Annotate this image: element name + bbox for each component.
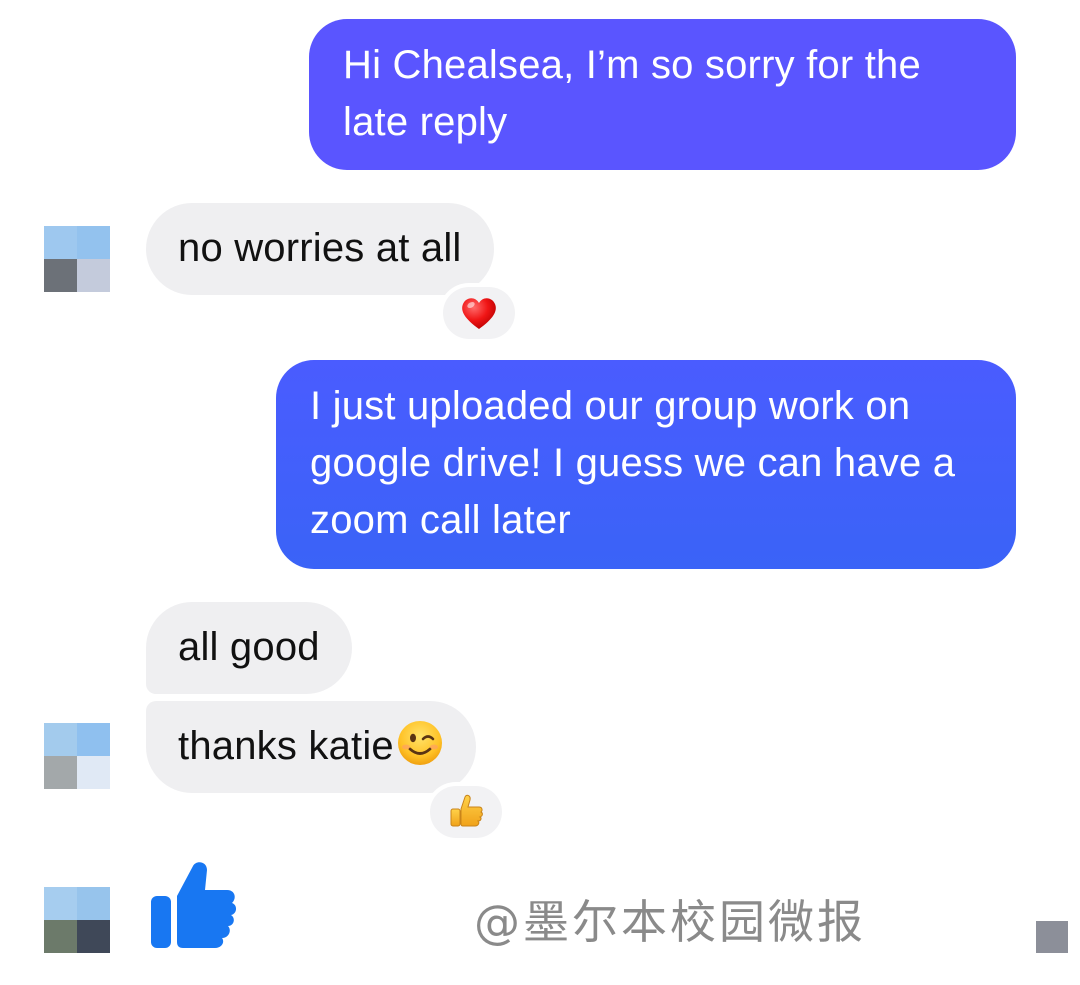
incoming-message-bubble[interactable]: thanks katie <box>146 701 476 793</box>
message-reaction[interactable] <box>443 287 515 339</box>
avatar-pixel <box>77 756 110 789</box>
incoming-message-bubble[interactable]: no worries at all <box>146 203 494 295</box>
outgoing-message-bubble[interactable]: Hi Chealsea, I’m so sorry for the late r… <box>309 19 1016 170</box>
thumbs-up-icon[interactable] <box>149 858 241 950</box>
avatar-pixel <box>44 920 77 953</box>
avatar-pixel <box>77 920 110 953</box>
heart-emoji-icon <box>462 298 496 329</box>
thumbs-up-emoji-icon <box>450 794 483 827</box>
avatar-pixel <box>44 723 77 756</box>
corner-pixel <box>1036 921 1068 953</box>
message-text: thanks katie <box>178 724 394 768</box>
contact-avatar[interactable] <box>44 226 110 292</box>
avatar-pixel <box>77 887 110 920</box>
message-text: all good <box>178 625 320 669</box>
contact-avatar[interactable] <box>44 723 110 789</box>
avatar-pixel <box>44 887 77 920</box>
message-text: I just uploaded our group work on google… <box>310 384 956 542</box>
contact-avatar[interactable] <box>44 887 110 953</box>
avatar-pixel <box>77 723 110 756</box>
incoming-message-bubble[interactable]: all good <box>146 602 352 694</box>
avatar-pixel <box>44 259 77 292</box>
message-text: Hi Chealsea, I’m so sorry for the late r… <box>343 43 921 144</box>
message-text: no worries at all <box>178 226 462 270</box>
avatar-pixel <box>44 226 77 259</box>
avatar-pixel <box>77 259 110 292</box>
avatar-pixel <box>44 756 77 789</box>
outgoing-message-bubble[interactable]: I just uploaded our group work on google… <box>276 360 1016 569</box>
avatar-pixel <box>77 226 110 259</box>
chat-screen: Hi Chealsea, I’m so sorry for the late r… <box>0 0 1080 985</box>
winking-face-emoji-icon <box>397 721 442 765</box>
watermark: @墨尔本校园微报 <box>474 895 866 949</box>
message-reaction[interactable] <box>430 786 502 838</box>
